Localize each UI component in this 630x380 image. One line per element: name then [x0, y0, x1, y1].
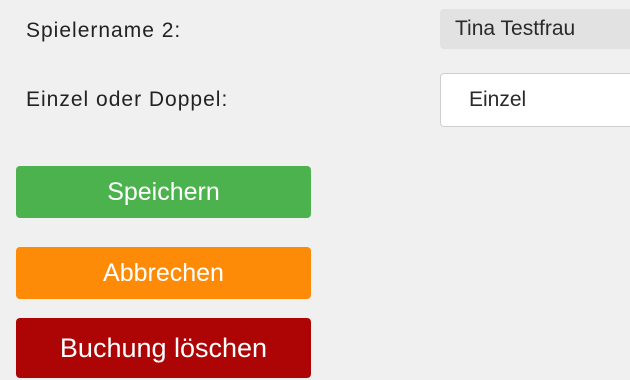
save-button[interactable]: Speichern	[16, 166, 311, 218]
cancel-button[interactable]: Abbrechen	[16, 247, 311, 299]
match-type-label: Einzel oder Doppel:	[26, 88, 229, 111]
delete-booking-button[interactable]: Buchung löschen	[16, 318, 311, 378]
player-name-2-label: Spielername 2:	[26, 19, 182, 42]
player-name-2-field[interactable]: Tina Testfrau	[440, 9, 630, 49]
match-type-select[interactable]: Einzel	[440, 73, 630, 127]
